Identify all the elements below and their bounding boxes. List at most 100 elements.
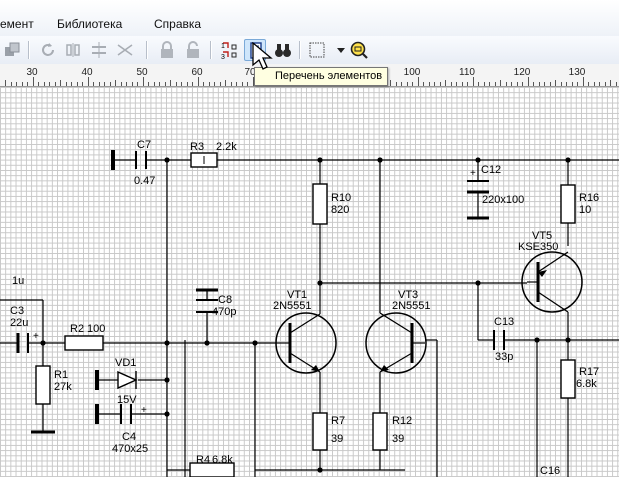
ruler-tick (500, 80, 501, 86)
ruler-tick (5, 80, 6, 86)
ruler-tick (505, 82, 507, 86)
schematic-drawing: C7 0.47 R3 2.2k R10 820 C12 + 220x100 R1… (0, 139, 619, 477)
grid-icon[interactable] (306, 39, 328, 61)
ruler-tick (98, 82, 100, 86)
ruler-tick (533, 82, 534, 86)
r16-ref: R16 (579, 192, 599, 204)
ruler-tick (186, 82, 188, 86)
ruler-tick (483, 82, 485, 86)
zoom-icon[interactable] (348, 39, 370, 61)
menu-help[interactable]: Справка (154, 17, 201, 31)
ruler-tick (131, 82, 133, 86)
c3-ref: C3 (10, 305, 24, 317)
ruler-tick (489, 82, 490, 86)
c3-plus: + (33, 331, 39, 342)
ruler-tick (203, 82, 204, 86)
stack-icon[interactable] (2, 39, 24, 61)
ruler-tick (571, 82, 573, 86)
ruler-tick (214, 82, 215, 86)
c13-value: 33p (495, 351, 513, 363)
r12-ref: R12 (392, 415, 412, 427)
rotate-icon[interactable] (37, 39, 59, 61)
ruler-tick (164, 82, 166, 86)
flip-icon[interactable] (88, 39, 110, 61)
schematic-canvas[interactable]: C7 0.47 R3 2.2k R10 820 C12 + 220x100 R1… (0, 87, 619, 477)
chevron-down-icon[interactable] (330, 39, 345, 61)
ruler-tick (511, 82, 512, 86)
ruler-tick (604, 82, 606, 86)
ruler-tick (60, 80, 61, 86)
r3-ref: R3 (190, 141, 204, 153)
c12-value: 220x100 (482, 194, 524, 206)
c4-ref: C4 (122, 431, 136, 443)
r17-value: 6.8k (576, 378, 597, 390)
ruler-tick (439, 82, 441, 86)
ruler-tick (159, 82, 160, 86)
ruler-tick (175, 82, 177, 86)
ruler-tick (49, 82, 50, 86)
parts-list-tooltip: Перечень элементов (254, 67, 389, 86)
ruler-tick (566, 82, 567, 86)
c3-value: 22u (10, 317, 28, 329)
ruler-tick (170, 80, 171, 86)
ruler-tick (560, 82, 562, 86)
ruler-tick (82, 82, 83, 86)
unlock-icon[interactable] (182, 39, 204, 61)
ruler-tick (32, 77, 34, 86)
mirror-icon[interactable] (62, 39, 84, 61)
numbering-icon[interactable]: 31 (218, 39, 240, 61)
toolbar: 31 (0, 36, 619, 65)
ruler-tick (555, 80, 556, 86)
ruler-tick (434, 82, 435, 86)
ruler-tick (93, 82, 94, 86)
ruler-tick (54, 82, 56, 86)
ruler-tick (21, 82, 23, 86)
r3-value: 2.2k (216, 141, 237, 153)
ruler-tick (549, 82, 551, 86)
c4-plus: + (141, 405, 147, 416)
ruler-tick (428, 82, 430, 86)
ruler-tick (593, 82, 595, 86)
ruler-tick (456, 82, 457, 86)
ruler-tick (230, 82, 232, 86)
vt3-value: 2N5551 (392, 300, 431, 312)
ruler-tick (412, 82, 413, 86)
c12-plus: + (470, 168, 476, 179)
ruler-tick (109, 82, 111, 86)
c8-ref: C8 (218, 294, 232, 306)
lock-icon[interactable] (156, 39, 178, 61)
r7-ref: R7 (331, 415, 345, 427)
ruler-tick (126, 82, 127, 86)
ruler-tick (247, 82, 248, 86)
c7-value: 0.47 (134, 175, 155, 187)
ruler-tick (120, 82, 122, 86)
ruler-tick (615, 82, 617, 86)
c4-value: 470x25 (112, 443, 148, 455)
ruler-tick (71, 82, 72, 86)
ruler-tick (115, 80, 116, 86)
ruler-tick (153, 82, 155, 86)
menu-element[interactable]: емент (0, 17, 34, 31)
ruler-tick (522, 82, 523, 86)
r1-ref: R1 (54, 369, 68, 381)
align-icon[interactable] (114, 39, 136, 61)
ruler-tick (406, 82, 408, 86)
r12-value: 39 (392, 433, 404, 445)
ruler-tick (236, 82, 237, 86)
ruler-tick (450, 82, 452, 86)
ruler-tick (395, 82, 397, 86)
ruler-tick (76, 82, 78, 86)
vd1-ref: VD1 (115, 357, 136, 369)
r2-ref: R2 (70, 323, 84, 335)
binoculars-icon[interactable] (272, 39, 294, 61)
r16-value: 10 (579, 204, 591, 216)
ruler-tick (472, 77, 474, 86)
menu-library[interactable]: Библиотека (57, 17, 122, 31)
r1-value: 27k (54, 381, 72, 393)
ruler-tick (577, 82, 578, 86)
ruler-tick (445, 80, 446, 86)
ruler-tick (494, 82, 496, 86)
vd1-value: 15V (117, 394, 137, 406)
ruler-tick (197, 77, 199, 86)
r17-ref: R17 (579, 366, 599, 378)
